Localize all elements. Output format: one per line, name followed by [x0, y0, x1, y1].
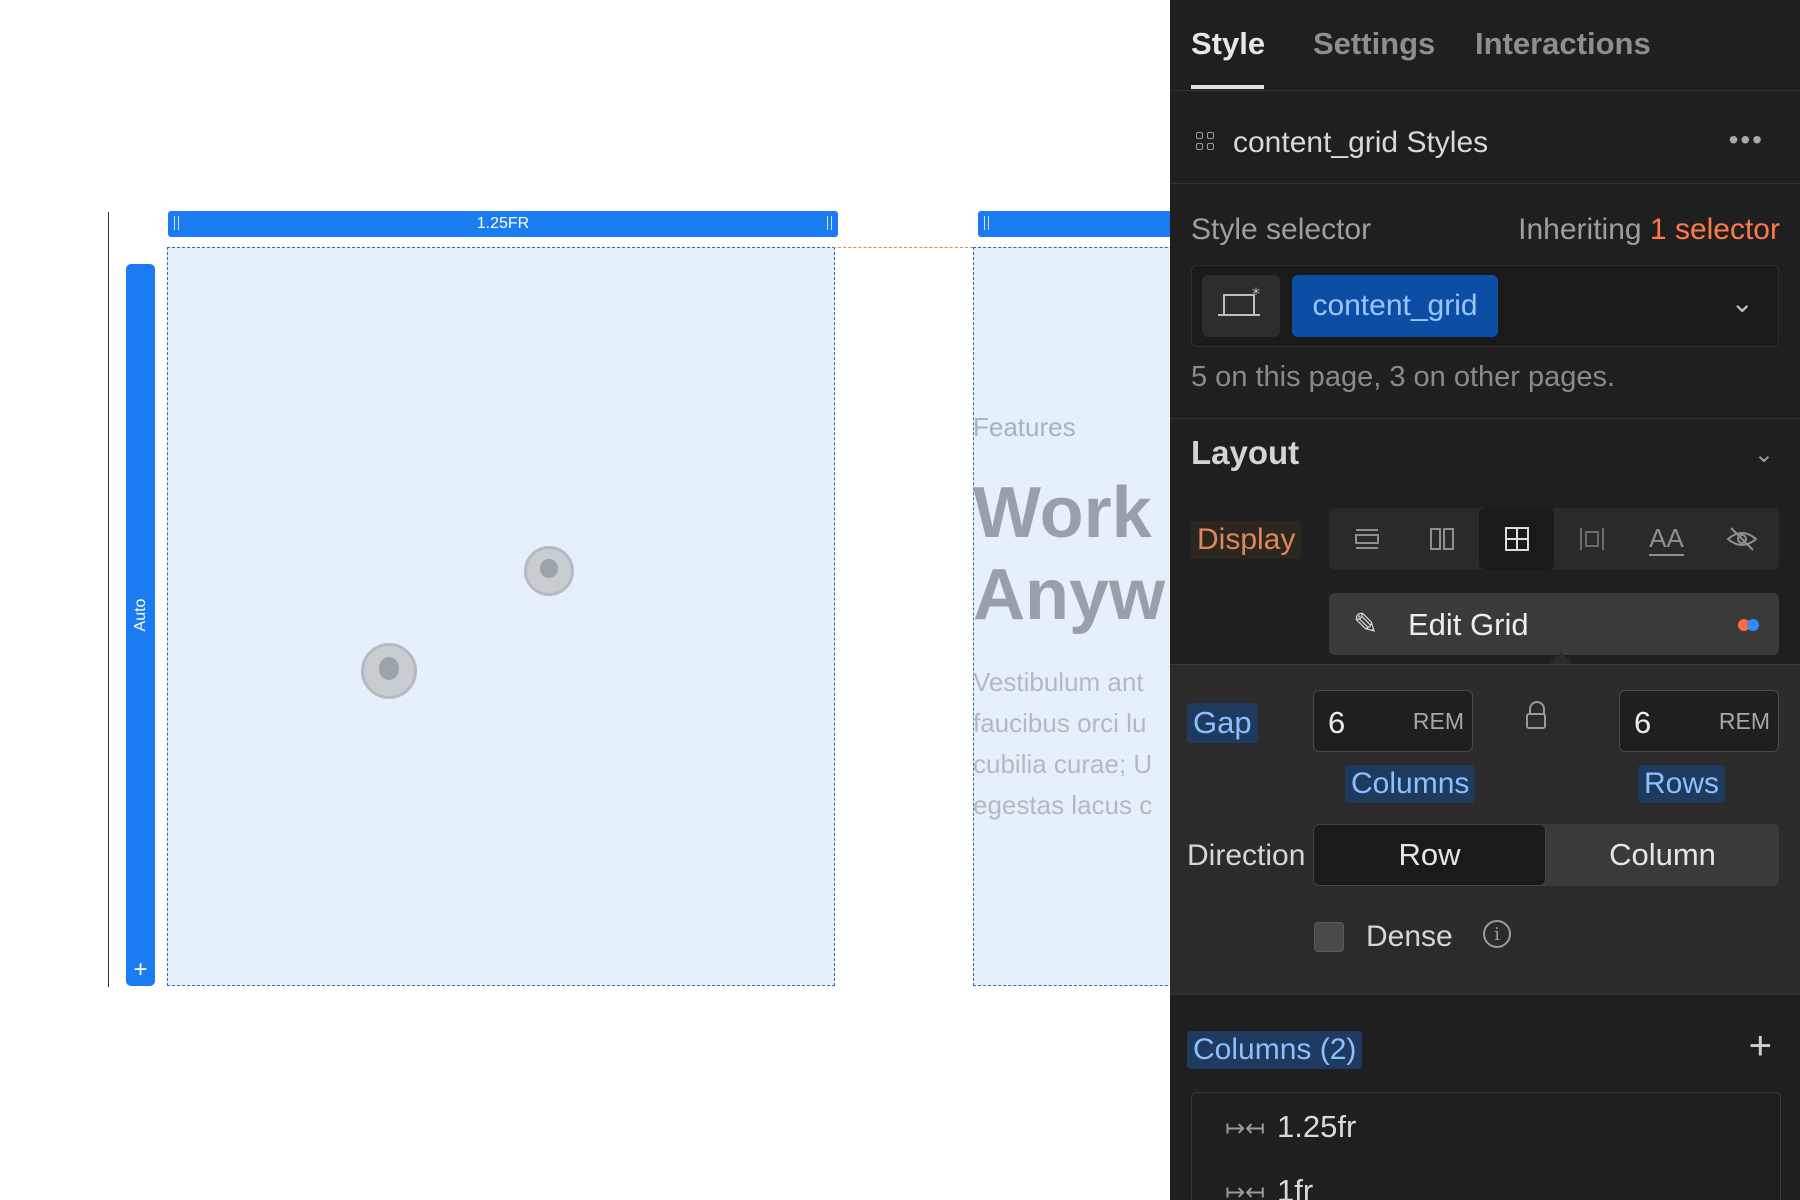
- designer-canvas: 1.25FR Auto + Features Work Anyw Vestibu…: [0, 0, 1170, 1200]
- column-gap-input[interactable]: 6 REM: [1313, 690, 1473, 752]
- grid-layout-icon: [1504, 527, 1529, 551]
- selector-usage-text: 5 on this page, 3 on other pages.: [1191, 361, 1616, 393]
- block-icon: [1354, 529, 1379, 549]
- panel-tabs: Style Settings Interactions: [1170, 0, 1800, 91]
- layout-section-title[interactable]: Layout: [1191, 434, 1299, 472]
- columns-gap-label: Columns: [1345, 765, 1476, 803]
- inline-text-icon: AA: [1649, 523, 1684, 556]
- tab-settings[interactable]: Settings: [1313, 26, 1435, 62]
- column-resize-grip-left[interactable]: [984, 216, 989, 230]
- info-icon[interactable]: i: [1483, 920, 1511, 948]
- pencil-icon: ✎: [1353, 608, 1379, 641]
- column-gap-unit[interactable]: REM: [1413, 708, 1464, 735]
- grid-cell-1[interactable]: [167, 247, 835, 986]
- features-body-line: egestas lacus c: [973, 790, 1153, 820]
- columns-list: ↦↤ 1.25fr ↦↤ 1fr: [1191, 1092, 1781, 1200]
- features-heading-line: Anyw: [973, 555, 1166, 635]
- edit-grid-button[interactable]: ✎ Edit Grid: [1329, 593, 1779, 655]
- avatar-image: [361, 643, 417, 699]
- new-class-icon: *: [1218, 284, 1260, 316]
- column-resize-grip-right[interactable]: [827, 216, 832, 230]
- svg-text:*: *: [1252, 284, 1260, 303]
- features-body-line: Vestibulum ant: [973, 667, 1144, 697]
- grid-column-1-handle[interactable]: 1.25FR: [168, 211, 838, 237]
- canvas-guide-line: [108, 212, 109, 987]
- column-size-label: 1.25FR: [476, 215, 530, 232]
- inline-block-icon: [1579, 528, 1604, 550]
- display-inline-button[interactable]: AA: [1629, 508, 1704, 570]
- inheriting-prefix: Inheriting: [1518, 213, 1642, 246]
- new-class-button[interactable]: *: [1202, 275, 1280, 337]
- styles-title: content_grid Styles: [1233, 126, 1489, 159]
- grid-icon: [1196, 132, 1216, 152]
- grid-column-2-handle[interactable]: [978, 211, 1170, 237]
- display-label: Display: [1191, 521, 1302, 559]
- grid-settings-popover: Gap 6 REM 6 REM Columns Rows Direction R…: [1170, 664, 1800, 995]
- more-options-icon[interactable]: •••: [1729, 124, 1764, 156]
- layout-section-divider: [1170, 418, 1800, 419]
- direction-column-option[interactable]: Column: [1546, 824, 1779, 886]
- display-flex-button[interactable]: [1404, 508, 1479, 570]
- rows-gap-label: Rows: [1638, 765, 1726, 803]
- column-resize-grip-left[interactable]: [174, 216, 179, 230]
- chevron-down-icon[interactable]: ⌄: [1731, 286, 1754, 319]
- grid-gap-indicator: [833, 247, 973, 248]
- inheriting-info[interactable]: Inheriting 1 selector: [1518, 213, 1780, 247]
- row-gap-value[interactable]: 6: [1634, 705, 1651, 741]
- column-gap-value[interactable]: 6: [1328, 705, 1345, 741]
- edit-grid-label: Edit Grid: [1408, 607, 1529, 642]
- features-body: Vestibulum ant faucibus orci lu cubilia …: [973, 662, 1152, 826]
- column-size-value[interactable]: 1fr: [1277, 1173, 1313, 1200]
- add-column-icon[interactable]: +: [1749, 1024, 1772, 1069]
- dense-label[interactable]: Dense: [1366, 920, 1453, 954]
- columns-header: Columns (2): [1187, 1031, 1363, 1069]
- display-block-button[interactable]: [1329, 508, 1404, 570]
- selected-class-chip[interactable]: content_grid: [1292, 275, 1498, 337]
- tab-interactions[interactable]: Interactions: [1475, 26, 1651, 62]
- eye-off-icon: [1725, 527, 1758, 551]
- direction-label: Direction: [1187, 839, 1306, 872]
- width-arrows-icon: ↦↤: [1225, 1179, 1266, 1200]
- display-inline-block-button[interactable]: [1554, 508, 1629, 570]
- display-none-button[interactable]: [1704, 508, 1779, 570]
- add-row-icon[interactable]: +: [126, 958, 155, 982]
- direction-row-option[interactable]: Row: [1313, 824, 1546, 886]
- row-gap-input[interactable]: 6 REM: [1619, 690, 1779, 752]
- row-size-label: Auto: [131, 598, 149, 632]
- features-body-line: cubilia curae; U: [973, 749, 1153, 779]
- style-selector-label: Style selector: [1191, 213, 1372, 246]
- styles-header: content_grid Styles •••: [1170, 90, 1800, 184]
- status-dots-icon: [1738, 618, 1759, 636]
- style-selector-field[interactable]: * content_grid ⌄: [1191, 265, 1779, 347]
- features-body-line: faucibus orci lu: [973, 708, 1147, 738]
- active-tab-indicator: [1191, 85, 1264, 89]
- list-item[interactable]: ↦↤ 1.25fr: [1192, 1101, 1780, 1157]
- list-item[interactable]: ↦↤ 1fr: [1192, 1165, 1780, 1200]
- style-panel: Style Settings Interactions content_grid…: [1170, 0, 1800, 1200]
- width-arrows-icon: ↦↤: [1225, 1115, 1266, 1142]
- gap-label: Gap: [1187, 703, 1258, 743]
- display-grid-button[interactable]: [1479, 508, 1554, 570]
- row-gap-unit[interactable]: REM: [1719, 708, 1770, 735]
- features-heading: Work Anyw: [973, 472, 1165, 636]
- features-eyebrow: Features: [973, 412, 1076, 442]
- grid-row-handle[interactable]: Auto +: [126, 264, 155, 986]
- display-options: AA: [1329, 508, 1779, 570]
- lock-icon[interactable]: [1526, 701, 1546, 729]
- chevron-down-icon[interactable]: ⌄: [1754, 440, 1774, 469]
- features-heading-line: Work: [973, 473, 1152, 553]
- column-size-value[interactable]: 1.25fr: [1277, 1109, 1356, 1145]
- avatar-image: [524, 546, 574, 596]
- tab-style[interactable]: Style: [1191, 26, 1265, 62]
- flex-icon: [1429, 528, 1454, 550]
- dense-checkbox[interactable]: [1314, 922, 1344, 952]
- popover-arrow: [1549, 652, 1573, 664]
- inheriting-count[interactable]: 1 selector: [1650, 213, 1780, 246]
- direction-toggle: Row Column: [1313, 824, 1779, 886]
- columns-section-divider: [1170, 994, 1800, 995]
